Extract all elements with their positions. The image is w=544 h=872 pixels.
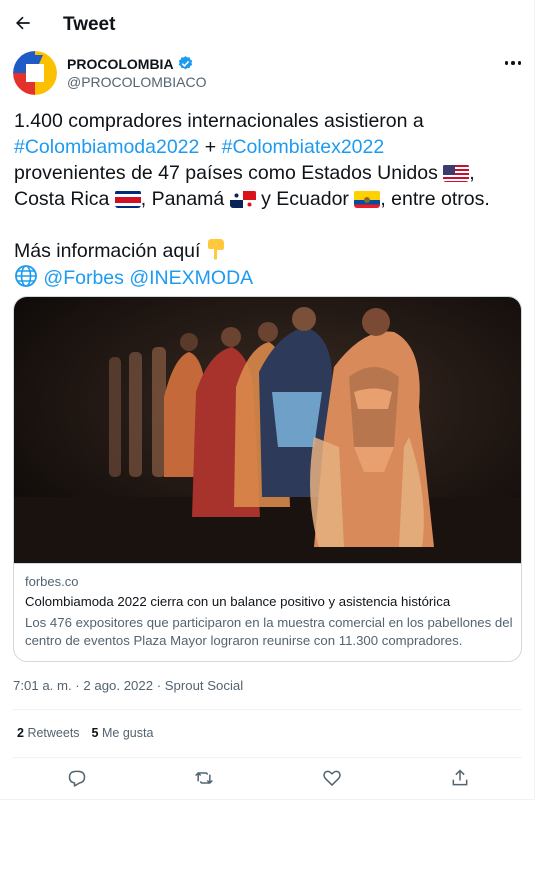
mention-inexmoda[interactable]: @INEXMODA (129, 267, 253, 289)
point-down-emoji (206, 239, 226, 262)
reply-button[interactable] (65, 766, 89, 790)
page-title: Tweet (63, 14, 116, 35)
divider (13, 709, 522, 710)
tweet-line: Costa Rica , Panamá y Ecuador , entre ot… (14, 186, 524, 212)
tweet-line: @Forbes @INEXMODA (14, 264, 524, 291)
tweet-line: 1.400 compradores internacionales asisti… (14, 108, 524, 134)
avatar[interactable] (13, 51, 57, 95)
engagement-stats: 2 Retweets 5 Me gusta (17, 726, 153, 740)
tweet-text-segment: Más información aquí (14, 240, 201, 262)
page-header: Tweet (0, 0, 535, 48)
card-description: Los 476 expositores que participaron en … (25, 615, 513, 648)
panama-flag-icon (229, 190, 256, 208)
us-flag-icon (443, 164, 470, 182)
tweet-text-segment: 1.400 compradores internacionales asisti… (14, 110, 424, 132)
likes-label: Me gusta (101, 726, 154, 740)
author-handle[interactable]: @PROCOLOMBIACO (67, 74, 206, 90)
column-border (534, 0, 535, 800)
like-icon (323, 770, 341, 786)
tweet-line: #Colombiamoda2022 + #Colombiatex2022 (14, 134, 524, 160)
retweet-icon (195, 771, 213, 785)
retweets-count: 2 (17, 726, 24, 740)
back-arrow-icon (16, 16, 30, 30)
procolombia-logo (13, 51, 57, 95)
tweet-timestamp[interactable]: 7:01 a. m. · 2 ago. 2022 · Sprout Social (13, 678, 243, 693)
card-domain: forbes.co (25, 574, 79, 589)
tweet-text: 1.400 compradores internacionales asisti… (14, 108, 524, 291)
card-title: Colombiamoda 2022 cierra con un balance … (25, 594, 451, 609)
tweet-text-segment: Costa Rica (14, 188, 110, 210)
tweet-line: Más información aquí (14, 238, 524, 264)
link-preview-card[interactable]: forbes.co Colombiamoda 2022 cierra con u… (13, 296, 522, 662)
reply-icon (68, 770, 86, 787)
like-button[interactable] (320, 766, 344, 790)
tweet-text-segment: , entre otros. (380, 188, 490, 210)
more-dot (511, 61, 515, 65)
likes-stat[interactable]: 5 Me gusta (92, 726, 154, 740)
globe-emoji (14, 265, 38, 289)
action-bar (0, 766, 535, 790)
likes-count: 5 (91, 726, 99, 740)
share-icon (452, 769, 468, 786)
share-button[interactable] (448, 766, 472, 790)
verified-badge-icon (178, 56, 192, 70)
more-button[interactable] (502, 57, 524, 69)
costa-rica-flag-icon (114, 190, 141, 208)
tweet-line (14, 212, 524, 238)
tweet-line: provenientes de 47 países como Estados U… (14, 162, 475, 184)
more-dot (517, 61, 522, 65)
hashtag-colombiamoda[interactable]: #Colombiamoda2022 (14, 136, 199, 158)
back-button[interactable] (12, 12, 34, 34)
divider (13, 757, 522, 758)
retweet-button[interactable] (192, 766, 216, 790)
more-icon (504, 61, 509, 65)
mention-forbes[interactable]: @Forbes (43, 267, 124, 289)
ecuador-flag-icon (354, 190, 381, 208)
retweets-stat[interactable]: 2 Retweets (17, 726, 80, 740)
tweet-text-segment: + (204, 136, 217, 158)
tweet-text-segment: , Panamá (140, 188, 225, 210)
author-name[interactable]: PROCOLOMBIA (67, 56, 174, 72)
author-name-row[interactable]: PROCOLOMBIA (67, 55, 194, 72)
tweet-text-segment: y Ecuador (261, 188, 349, 210)
column-bottom-border (0, 799, 535, 800)
tweet-page: Tweet PROCOLOMBIA @PROCOLOMBIACO 1.400 c… (0, 0, 544, 872)
retweets-label: Retweets (27, 726, 80, 740)
hashtag-colombiatex[interactable]: #Colombiatex2022 (222, 136, 385, 158)
card-body: forbes.co Colombiamoda 2022 cierra con u… (14, 563, 521, 661)
runway-photo (14, 297, 521, 563)
tweet-text-segment: provenientes de 47 países como Estados U… (14, 162, 438, 184)
